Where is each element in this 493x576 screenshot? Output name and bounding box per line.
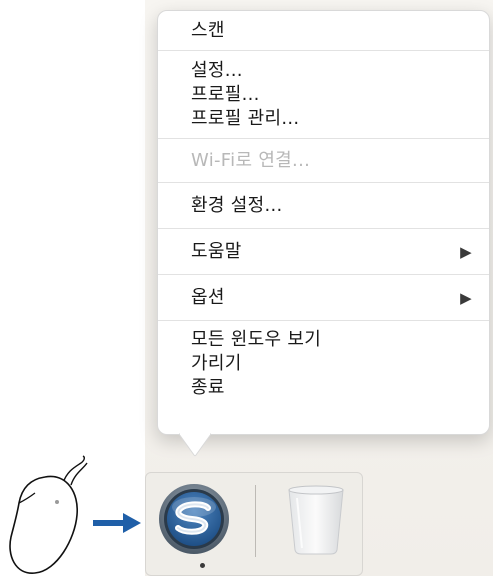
menu-item-show-all-windows[interactable]: 모든 윈도우 보기 — [191, 328, 489, 352]
menu-section-help: 도움말 ▶ — [158, 229, 489, 274]
menu-item-quit[interactable]: 종료 — [191, 376, 489, 400]
menu-item-options[interactable]: 옵션 ▶ — [191, 284, 489, 312]
submenu-arrow-icon: ▶ — [460, 243, 472, 261]
right-arrow-icon — [93, 513, 141, 533]
menu-section-options: 옵션 ▶ — [158, 275, 489, 320]
menu-section-preferences: 환경 설정... — [158, 183, 489, 228]
menu-item-settings[interactable]: 설정... — [191, 59, 489, 83]
menu-item-help[interactable]: 도움말 ▶ — [191, 238, 489, 266]
trash-icon[interactable] — [285, 484, 347, 556]
menu-section-wifi: Wi-Fi로 연결... — [158, 139, 489, 182]
mouse-icon — [9, 455, 88, 574]
menu-item-preferences[interactable]: 환경 설정... — [191, 192, 489, 220]
menu-section-window: 모든 윈도우 보기 가리기 종료 — [158, 321, 489, 400]
running-indicator — [200, 563, 205, 568]
submenu-arrow-icon: ▶ — [460, 289, 472, 307]
menu-item-manage-profiles[interactable]: 프로필 관리... — [191, 107, 489, 131]
menu-item-connect-wifi: Wi-Fi로 연결... — [191, 150, 311, 171]
dock-divider — [255, 485, 256, 557]
dock-context-menu: 스캔 설정... 프로필... 프로필 관리... Wi-Fi로 연결... 환… — [157, 10, 490, 435]
menu-section-scan: 스캔 — [158, 11, 489, 50]
menu-item-profile[interactable]: 프로필... — [191, 83, 489, 107]
menu-item-options-label: 옵션 — [191, 287, 225, 308]
menu-item-hide[interactable]: 가리기 — [191, 352, 489, 376]
scansnap-s-icon[interactable] — [158, 482, 230, 556]
menu-item-help-label: 도움말 — [191, 241, 242, 262]
menu-pointer — [179, 433, 211, 457]
menu-section-settings: 설정... 프로필... 프로필 관리... — [158, 51, 489, 138]
menu-item-scan[interactable]: 스캔 — [191, 17, 489, 45]
